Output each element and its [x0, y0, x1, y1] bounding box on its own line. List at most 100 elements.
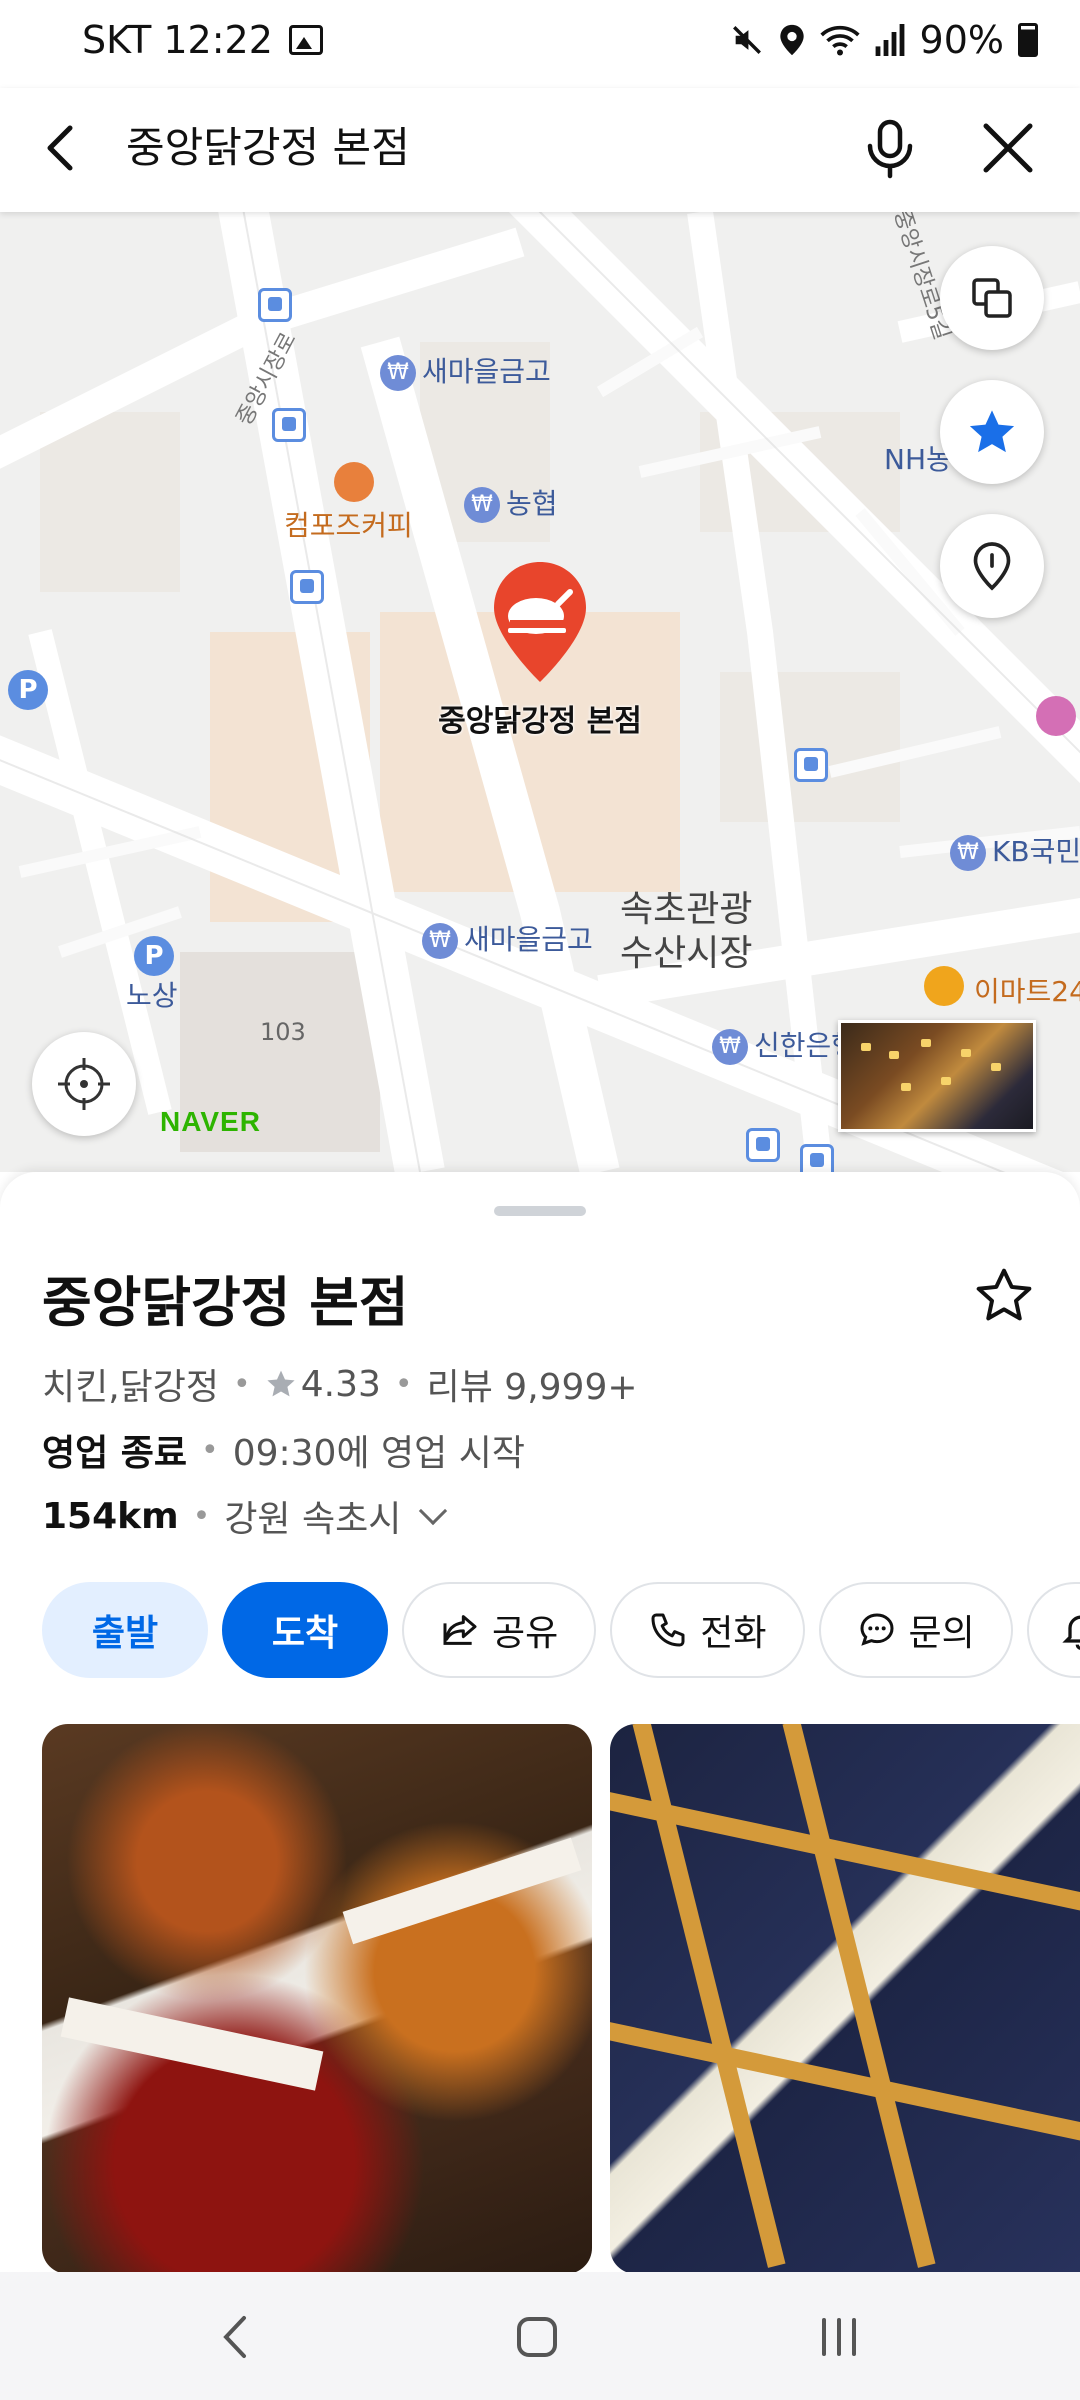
layers-button[interactable]	[940, 246, 1044, 350]
place-category: 치킨,닭강정	[42, 1367, 220, 1408]
place-pin-marker[interactable]	[488, 558, 592, 686]
parking-icon[interactable]: P	[8, 670, 48, 710]
street-view-thumbnail[interactable]	[838, 1020, 1036, 1132]
sheet-drag-handle[interactable]	[494, 1206, 586, 1216]
signal-icon	[875, 24, 904, 56]
map-poi-bank[interactable]: 새마을금고	[380, 350, 551, 391]
chat-bubble-icon	[859, 1613, 894, 1646]
food-box-image	[60, 1997, 324, 2091]
map-poi-emart[interactable]: 이마트24	[974, 970, 1080, 1010]
bus-stop-icon[interactable]	[272, 408, 306, 442]
map-view[interactable]: P P 새마을금고 농협 컴포즈커피 NH농 새마을금고 속초관광 수산시장 K…	[0, 212, 1080, 1172]
map-poi-market-line1: 속초관광	[620, 889, 753, 930]
opening-time: 09:30에 영업 시작	[232, 1433, 525, 1474]
chicken-pin-icon	[494, 562, 586, 682]
crosshair-icon	[58, 1058, 110, 1110]
chevron-left-icon	[47, 125, 73, 171]
map-poi-kb[interactable]: KB국민은행	[950, 830, 1080, 871]
favorites-button[interactable]	[940, 380, 1044, 484]
place-hours-row[interactable]: 영업 종료 • 09:30에 영업 시작	[42, 1424, 525, 1476]
inquiry-label: 문의	[908, 1613, 975, 1654]
call-button[interactable]: 전화	[610, 1582, 805, 1678]
map-poi-shinhan[interactable]: 신한은행	[712, 1024, 857, 1065]
status-right: 90%	[730, 18, 1038, 62]
convenience-store-icon	[924, 966, 964, 1006]
battery-percent: 90%	[919, 18, 1004, 62]
mute-icon	[732, 26, 761, 54]
battery-icon	[1018, 23, 1038, 57]
bus-stop-icon[interactable]	[746, 1128, 780, 1162]
microphone-icon	[867, 119, 913, 179]
clear-search-button[interactable]	[976, 116, 1040, 180]
separator-dot: •	[201, 1432, 219, 1468]
business-status: 영업 종료	[42, 1433, 188, 1474]
map-poi-market[interactable]: 속초관광 수산시장	[620, 888, 752, 976]
separator-dot: •	[233, 1366, 251, 1402]
depart-button[interactable]: 출발	[42, 1582, 208, 1678]
place-detail-sheet: 중앙닭강정 본점 치킨,닭강정 • 4.33 • 리뷰 9,999+ 영업 종료…	[0, 1172, 1080, 2272]
saved-places-button[interactable]	[940, 514, 1044, 618]
place-rating: 4.33	[300, 1363, 381, 1405]
arrive-button[interactable]: 도착	[222, 1582, 388, 1678]
voice-search-button[interactable]	[856, 114, 924, 182]
share-button[interactable]: 공유	[402, 1582, 597, 1678]
bus-stop-icon[interactable]	[794, 748, 828, 782]
notification-button[interactable]	[1026, 1582, 1080, 1678]
bell-plus-icon	[1062, 1615, 1080, 1650]
separator-dot: •	[192, 1498, 211, 1534]
food-box-image	[342, 1837, 582, 1945]
system-navigation-bar	[0, 2272, 1080, 2400]
rating-star-icon	[267, 1370, 295, 1397]
current-location-button[interactable]	[32, 1032, 136, 1136]
nav-recents-icon[interactable]	[814, 2312, 864, 2362]
hotel-icon[interactable]	[1036, 696, 1076, 736]
gallery-notification-icon	[288, 25, 323, 55]
place-photo[interactable]	[42, 1724, 592, 2272]
wifi-icon	[819, 25, 860, 56]
call-label: 전화	[700, 1613, 767, 1654]
share-label: 공유	[492, 1613, 559, 1654]
search-bar: 중앙닭강정 본점	[0, 88, 1080, 212]
chevron-down-icon	[419, 1496, 448, 1526]
close-icon	[983, 123, 1033, 173]
place-category-row: 치킨,닭강정 • 4.33 • 리뷰 9,999+	[42, 1358, 638, 1410]
ribbon-image	[610, 2011, 1080, 2175]
star-filled-icon	[969, 410, 1015, 453]
map-poi-bank-bottom[interactable]: 새마을금고	[422, 918, 593, 959]
phone-icon	[651, 1613, 685, 1647]
search-input[interactable]: 중앙닭강정 본점	[126, 116, 410, 180]
map-poi-market-line2: 수산시장	[620, 933, 753, 974]
share-icon	[443, 1615, 477, 1645]
place-photo[interactable]	[610, 1724, 1080, 2272]
map-poi-cafe[interactable]: 컴포즈커피	[284, 504, 413, 544]
bus-stop-icon[interactable]	[290, 570, 324, 604]
save-favorite-button[interactable]	[972, 1264, 1042, 1334]
map-poi-nonghyup[interactable]: 농협	[464, 482, 558, 523]
layers-icon	[972, 278, 1012, 318]
status-bar: SKT 12:22 90%	[0, 0, 1080, 88]
separator-dot: •	[394, 1366, 413, 1402]
place-distance-row[interactable]: 154km • 강원 속초시	[42, 1490, 448, 1542]
bus-stop-icon[interactable]	[258, 288, 292, 322]
parking-icon[interactable]: P	[134, 936, 174, 976]
bus-stop-icon[interactable]	[800, 1144, 834, 1172]
nav-home-icon[interactable]	[512, 2312, 562, 2362]
map-poi-nosang[interactable]: 노상	[126, 974, 178, 1014]
place-pin-label: 중앙닭강정 본점	[438, 704, 642, 739]
photo-carousel[interactable]	[42, 1724, 1080, 2272]
place-distance: 154km	[42, 1495, 179, 1537]
action-buttons: 출발 도착 공유 전화 문의	[42, 1582, 1080, 1678]
back-button[interactable]	[30, 116, 94, 180]
place-title: 중앙닭강정 본점	[42, 1271, 409, 1334]
status-left: SKT 12:22	[82, 18, 323, 62]
ribbon-image	[782, 1724, 936, 2268]
location-icon	[779, 24, 804, 56]
nav-back-icon[interactable]	[216, 2312, 256, 2362]
road-number: 103	[260, 1018, 306, 1046]
place-region: 강원 속초시	[224, 1499, 402, 1540]
carrier-time: SKT 12:22	[82, 18, 273, 62]
place-reviews[interactable]: 리뷰 9,999+	[427, 1358, 638, 1410]
naver-logo: NAVER	[160, 1106, 261, 1137]
inquiry-button[interactable]: 문의	[818, 1582, 1013, 1678]
star-outline-icon	[976, 1268, 1032, 1321]
